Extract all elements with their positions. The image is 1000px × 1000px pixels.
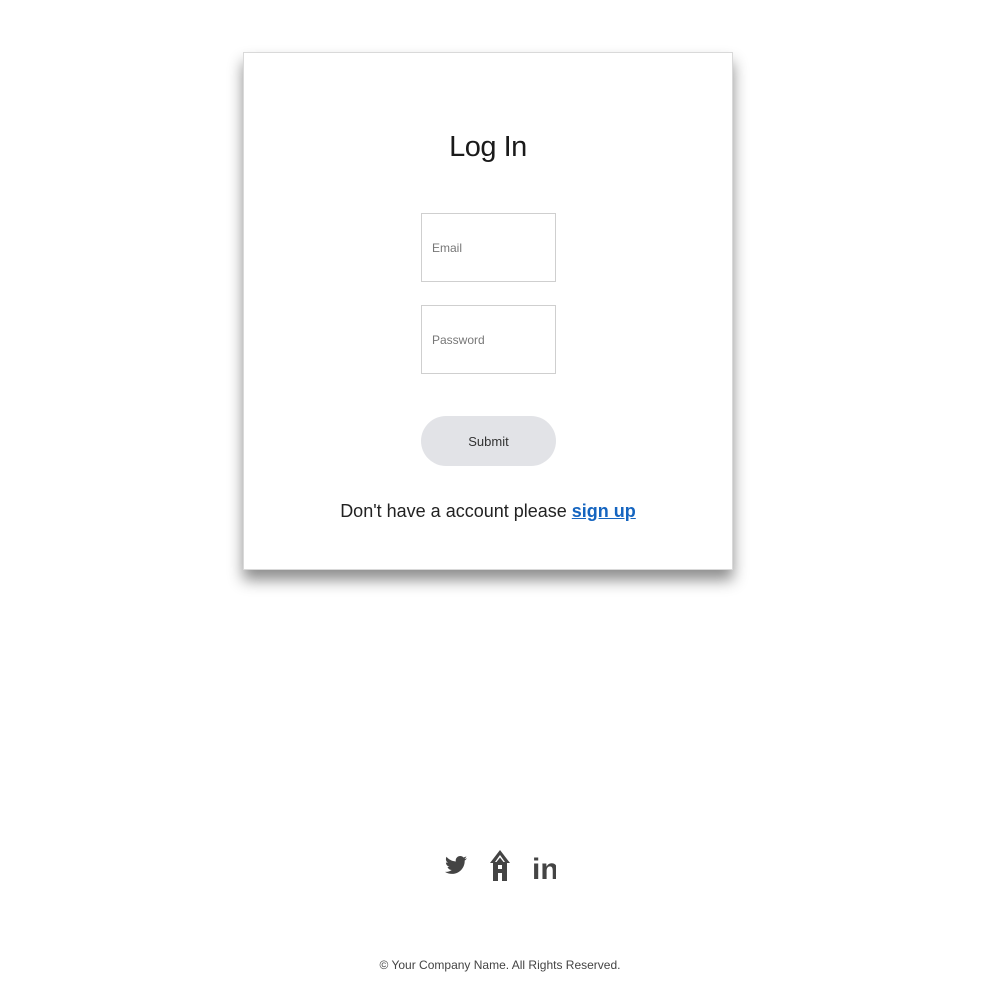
linkedin-link[interactable]: in: [532, 847, 556, 883]
password-field[interactable]: [421, 305, 556, 374]
twitter-icon: [445, 856, 467, 874]
email-field[interactable]: [421, 213, 556, 282]
twitter-link[interactable]: [444, 847, 468, 883]
linkedin-icon: in: [532, 853, 556, 883]
copyright-footer: © Your Company Name. All Rights Reserved…: [379, 958, 621, 972]
signup-link[interactable]: sign up: [572, 501, 636, 521]
signup-prompt: Don't have a account please sign up: [244, 501, 732, 522]
page-title: Log In: [449, 131, 527, 163]
signup-prompt-text: Don't have a account please: [340, 501, 567, 521]
svg-text:in: in: [532, 853, 556, 883]
home-link[interactable]: [488, 847, 512, 883]
home-icon: [490, 850, 510, 881]
login-card: Log In Submit Don't have a account pleas…: [243, 52, 733, 570]
submit-button[interactable]: Submit: [421, 416, 556, 466]
social-links: in: [0, 846, 1000, 884]
